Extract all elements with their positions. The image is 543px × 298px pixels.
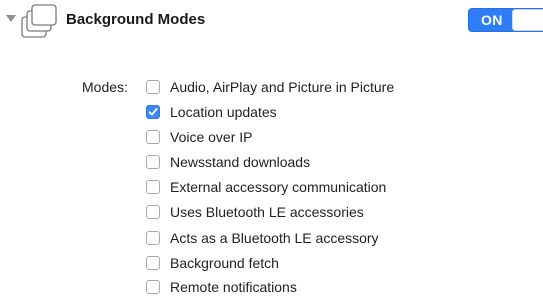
mode-checkbox[interactable] — [146, 180, 160, 194]
mode-checkbox[interactable] — [146, 231, 160, 245]
mode-checkbox[interactable] — [146, 80, 160, 94]
mode-acts-as-bluetooth-le[interactable]: Acts as a Bluetooth LE accessory — [146, 227, 379, 249]
mode-checkbox-checked[interactable] — [146, 105, 160, 119]
toggle-knob — [512, 9, 543, 31]
mode-location-updates[interactable]: Location updates — [146, 101, 277, 123]
mode-label: Newsstand downloads — [170, 154, 311, 170]
mode-checkbox[interactable] — [146, 130, 160, 144]
checkmark-icon — [148, 108, 158, 116]
mode-label: Location updates — [170, 104, 277, 120]
mode-background-fetch[interactable]: Background fetch — [146, 252, 279, 274]
mode-label: Remote notifications — [170, 279, 297, 295]
mode-audio-airplay-pip[interactable]: Audio, AirPlay and Picture in Picture — [146, 76, 394, 98]
mode-checkbox[interactable] — [146, 205, 160, 219]
toggle-label: ON — [481, 12, 503, 28]
capability-title: Background Modes — [66, 11, 206, 28]
mode-label: Uses Bluetooth LE accessories — [170, 204, 364, 220]
mode-checkbox[interactable] — [146, 256, 160, 270]
mode-remote-notifications[interactable]: Remote notifications — [146, 276, 297, 298]
mode-checkbox[interactable] — [146, 280, 160, 294]
mode-label: External accessory communication — [170, 179, 387, 195]
mode-label: Voice over IP — [170, 129, 253, 145]
mode-newsstand-downloads[interactable]: Newsstand downloads — [146, 151, 310, 173]
disclosure-triangle-icon[interactable] — [6, 15, 16, 22]
mode-voice-over-ip[interactable]: Voice over IP — [146, 126, 253, 148]
mode-external-accessory[interactable]: External accessory communication — [146, 176, 386, 198]
mode-uses-bluetooth-le[interactable]: Uses Bluetooth LE accessories — [146, 201, 364, 223]
mode-label: Acts as a Bluetooth LE accessory — [170, 230, 379, 246]
capability-toggle[interactable]: ON — [468, 8, 543, 32]
mode-label: Background fetch — [170, 255, 279, 271]
modes-label: Modes: — [82, 79, 128, 95]
capability-header: Background Modes ON — [0, 0, 543, 44]
background-modes-icon — [21, 4, 57, 38]
mode-label: Audio, AirPlay and Picture in Picture — [170, 79, 395, 95]
mode-checkbox[interactable] — [146, 155, 160, 169]
